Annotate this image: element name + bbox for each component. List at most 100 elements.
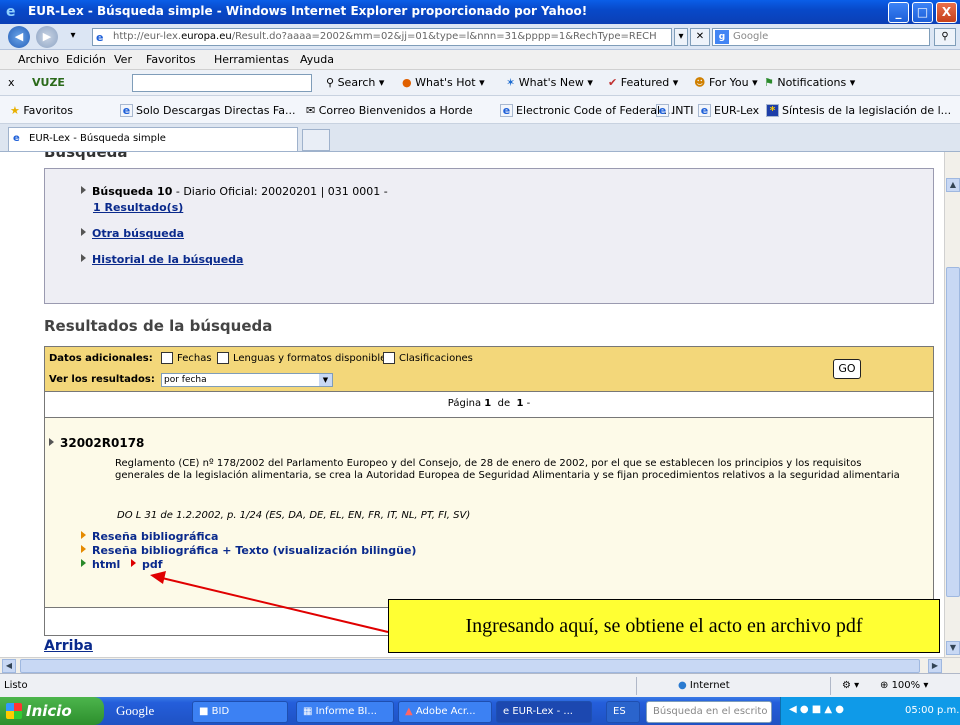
fav-inti[interactable]: e INTI (656, 104, 693, 117)
fav-ecfr[interactable]: e Electronic Code of Federal ... (500, 104, 674, 117)
taskbar: Inicio Google ■ BID ▦ Informe BI... ▲ Ad… (0, 697, 960, 725)
start-button[interactable]: Inicio (0, 697, 104, 725)
ie-icon: e (503, 706, 513, 717)
menu-ver[interactable]: Ver (114, 53, 132, 66)
scroll-thumb[interactable] (946, 267, 960, 597)
ie-page-icon: e (13, 133, 20, 144)
forward-button[interactable]: ▶ (36, 26, 58, 48)
search-history-link[interactable]: Historial de la búsqueda (81, 253, 243, 266)
search-summary-box: Búsqueda 10 - Diario Oficial: 20020201 |… (44, 168, 934, 304)
history-dropdown-icon[interactable]: ▾ (64, 28, 82, 46)
task-adobe[interactable]: ▲ Adobe Acr... (398, 701, 492, 723)
vuze-whats-hot[interactable]: ● What's Hot ▾ (402, 76, 485, 89)
hscroll-thumb[interactable] (20, 659, 920, 673)
heading-results: Resultados de la búsqueda (44, 317, 273, 335)
scroll-left-icon[interactable]: ◀ (2, 659, 16, 673)
checkbox-languages[interactable] (217, 352, 229, 364)
link-bibliographic[interactable]: Reseña bibliográfica (81, 530, 218, 543)
person-icon: ☻ (694, 76, 709, 89)
clock[interactable]: 05:00 p.m. (905, 705, 959, 716)
vertical-scrollbar[interactable]: ▲ ▼ (944, 152, 960, 657)
close-window-button[interactable]: X (936, 2, 957, 23)
google-search-input[interactable]: g Google (712, 28, 930, 46)
task-eurlex[interactable]: e EUR-Lex - ... (496, 701, 592, 723)
eu-flag-icon: * (766, 104, 779, 117)
ie-page-icon: e (120, 104, 133, 117)
star-icon: ★ (10, 104, 24, 117)
result-celex[interactable]: 32002R0178 (49, 436, 144, 450)
triangle-icon (81, 254, 86, 262)
chevron-down-icon: ▼ (319, 374, 332, 386)
triangle-icon (81, 545, 86, 553)
scroll-down-icon[interactable]: ▼ (946, 641, 960, 655)
result-oj-reference: DO L 31 de 1.2.2002, p. 1/24 (ES, DA, DE… (117, 510, 471, 521)
menu-herramientas[interactable]: Herramientas (214, 53, 289, 66)
menu-ayuda[interactable]: Ayuda (300, 53, 334, 66)
address-dropdown-icon[interactable]: ▾ (674, 28, 688, 46)
task-informe[interactable]: ▦ Informe BI... (296, 701, 394, 723)
annotation-callout: Ingresando aquí, se obtiene el acto en a… (388, 599, 940, 653)
address-toolbar: ◀ ▶ ▾ e http://eur-lex.europa.eu/Result.… (0, 24, 960, 50)
search-icon[interactable]: ⚲ (934, 28, 956, 46)
favorites-button[interactable]: ★ Favoritos (10, 104, 73, 117)
google-toolbar[interactable]: Google (110, 701, 174, 723)
fav-sintesis[interactable]: * Síntesis de la legislación de l... (766, 104, 951, 117)
vuze-search-input[interactable] (132, 74, 312, 92)
minimize-button[interactable]: _ (888, 2, 909, 23)
view-results-label: Ver los resultados: (49, 374, 155, 385)
stop-icon[interactable]: ✕ (690, 28, 710, 46)
page-icon: e (96, 31, 104, 44)
link-pdf[interactable]: pdf (131, 558, 163, 571)
link-bibliographic-text[interactable]: Reseña bibliográfica + Texto (visualizac… (81, 544, 416, 557)
url-prefix: http://eur-lex. (113, 31, 182, 42)
language-indicator[interactable]: ES (606, 701, 640, 723)
zone-indicator[interactable]: ● Internet (678, 680, 730, 691)
fav-eurlex[interactable]: e EUR-Lex (698, 104, 759, 117)
window-title: EUR-Lex - Búsqueda simple - Windows Inte… (28, 4, 588, 18)
status-text: Listo (4, 680, 28, 691)
sort-select[interactable]: por fecha ▼ (161, 373, 333, 387)
address-input[interactable]: e http://eur-lex.europa.eu/Result.do?aaa… (92, 28, 672, 46)
close-toolbar-icon[interactable]: x (8, 76, 15, 89)
additional-data-label: Datos adicionales: (49, 353, 153, 364)
system-tray: ◀ ● ■ ▲ ● 05:00 p.m. (780, 697, 960, 725)
go-button[interactable]: GO (833, 359, 861, 379)
new-tab-button[interactable] (302, 129, 330, 151)
ie-page-icon: e (656, 104, 669, 117)
menu-favoritos[interactable]: Favoritos (146, 53, 196, 66)
vuze-whats-new[interactable]: ✶ What's New ▾ (506, 76, 593, 89)
desktop-search-input[interactable]: Búsqueda en el escrito (646, 701, 772, 723)
google-logo-icon: g (715, 30, 729, 44)
tab-eurlex[interactable]: e EUR-Lex - Búsqueda simple (8, 127, 298, 151)
vuze-logo[interactable]: VUZE (32, 76, 65, 89)
menu-archivo[interactable]: Archivo (18, 53, 59, 66)
tab-strip: e EUR-Lex - Búsqueda simple (0, 124, 960, 152)
vuze-featured[interactable]: ✔ Featured ▾ (608, 76, 678, 89)
task-bid[interactable]: ■ BID (192, 701, 288, 723)
triangle-icon (49, 438, 54, 446)
checkbox-dates[interactable] (161, 352, 173, 364)
link-html[interactable]: html (81, 558, 120, 571)
star-icon: ✶ (506, 76, 519, 89)
checkbox-classifications[interactable] (383, 352, 395, 364)
fav-correo[interactable]: ✉ Correo Bienvenidos a Horde (306, 104, 473, 117)
protected-mode-icon[interactable]: ⚙ ▾ (842, 680, 859, 691)
back-button[interactable]: ◀ (8, 26, 30, 48)
vuze-for-you[interactable]: ☻ For You ▾ (694, 76, 758, 89)
top-link[interactable]: Arriba (44, 638, 93, 654)
vuze-search-button[interactable]: ⚲ Search ▾ (326, 76, 384, 89)
results-count-link[interactable]: 1 Resultado(s) (93, 201, 183, 214)
zoom-control[interactable]: ⊕ 100% ▾ (880, 680, 928, 691)
tray-icons[interactable]: ◀ ● ■ ▲ ● (789, 704, 844, 715)
windows-flag-icon (6, 703, 22, 719)
other-search-link[interactable]: Otra búsqueda (81, 227, 184, 240)
fav-solo-descargas[interactable]: e Solo Descargas Directas Fa... (120, 104, 295, 117)
vuze-notifications[interactable]: ⚑ Notifications ▾ (764, 76, 855, 89)
acrobat-icon: ▲ (405, 706, 416, 717)
horizontal-scrollbar[interactable]: ◀ ▶ (0, 657, 960, 673)
tab-label: EUR-Lex - Búsqueda simple (29, 133, 166, 144)
scroll-right-icon[interactable]: ▶ (928, 659, 942, 673)
menu-edicion[interactable]: Edición (66, 53, 106, 66)
scroll-up-icon[interactable]: ▲ (946, 178, 960, 192)
maximize-button[interactable]: □ (912, 2, 933, 23)
